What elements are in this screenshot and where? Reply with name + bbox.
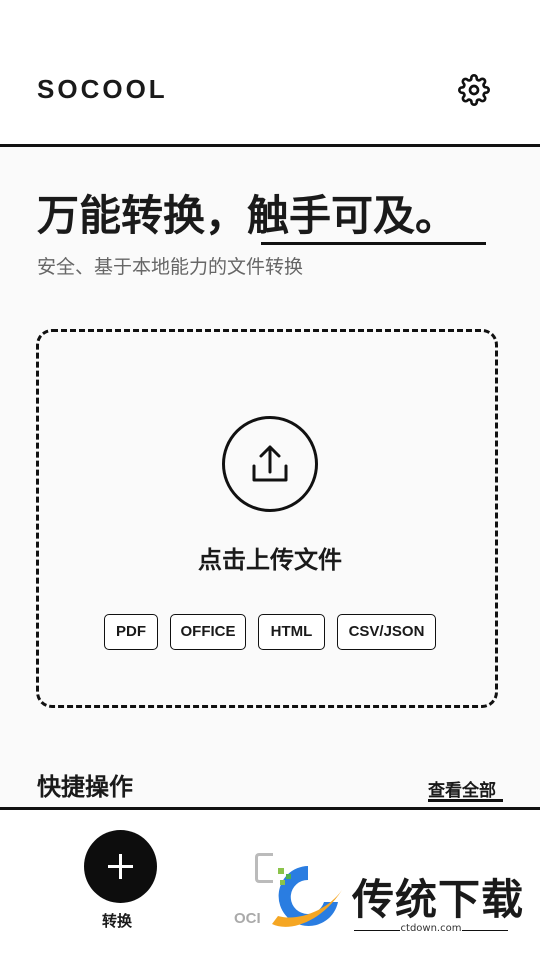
format-chip-html[interactable]: HTML (258, 614, 325, 650)
quick-actions-title: 快捷操作 (37, 773, 133, 801)
watermark-line-left (354, 930, 400, 931)
upload-title: 点击上传文件 (198, 546, 342, 574)
format-chip-office[interactable]: OFFICE (170, 614, 246, 650)
hero-subtitle: 安全、基于本地能力的文件转换 (37, 256, 304, 278)
app-brand-title: SOCOOL (37, 74, 168, 104)
nav-label-convert[interactable]: 转换 (102, 910, 132, 931)
watermark-logo-icon (272, 866, 342, 927)
format-chip-csv-json[interactable]: CSV/JSON (337, 614, 436, 650)
view-all-link[interactable]: 查看全部 (428, 776, 496, 801)
watermark-text: 传统下载 (352, 875, 525, 924)
headline-underline (261, 242, 486, 245)
nav-label-ocr[interactable]: OCI (234, 910, 261, 927)
gear-icon[interactable] (458, 74, 490, 106)
convert-fab-button[interactable] (84, 830, 157, 903)
watermark-line-right (462, 930, 508, 931)
hero-headline: 万能转换，触手可及。 (37, 191, 458, 240)
watermark-url: ctdown.com (400, 923, 462, 934)
upload-dropzone[interactable] (36, 329, 498, 708)
upload-icon (252, 445, 288, 482)
upload-button[interactable] (222, 416, 318, 512)
view-all-underline (428, 799, 503, 802)
format-chip-pdf[interactable]: PDF (104, 614, 158, 650)
